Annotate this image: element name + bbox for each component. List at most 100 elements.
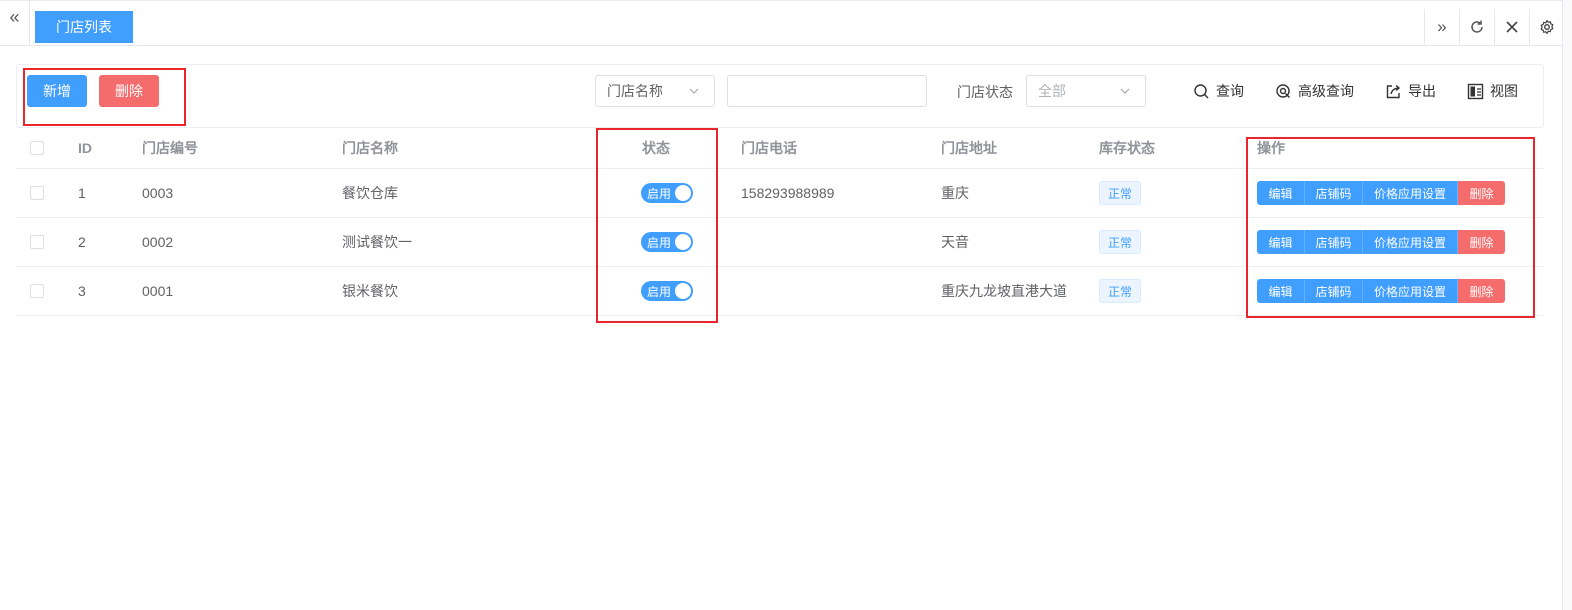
select-all-checkbox-cell [30, 128, 44, 168]
query-label: 查询 [1216, 83, 1244, 99]
row-store-code: 0003 [142, 185, 174, 201]
export-icon [1386, 84, 1401, 98]
state-toggle-label: 启用 [647, 186, 672, 201]
select-all-checkbox[interactable] [30, 141, 44, 155]
row-action-group: 编辑 店铺码 价格应用设置 删除 [1257, 181, 1505, 205]
tab-bar: « 门店列表 » [0, 0, 1562, 46]
state-toggle[interactable]: 启用 [641, 281, 693, 301]
advanced-search-icon [1276, 83, 1290, 98]
query-button[interactable]: 查询 [1193, 81, 1244, 101]
row-ops-cell: 编辑 店铺码 价格应用设置 删除 [1257, 267, 1505, 315]
toggle-knob [675, 283, 691, 299]
edit-button[interactable]: 编辑 [1257, 279, 1305, 303]
row-state-cell: 启用 [641, 267, 693, 315]
row-delete-button[interactable]: 删除 [1458, 230, 1505, 254]
table-row[interactable]: 1 0003 餐饮仓库 启用 158293988989 重庆 正常 编辑 店铺码… [16, 169, 1544, 218]
row-address: 重庆 [941, 185, 969, 201]
header-phone[interactable]: 门店电话 [741, 128, 797, 168]
gear-icon[interactable] [1529, 9, 1564, 45]
row-ops-cell: 编辑 店铺码 价格应用设置 删除 [1257, 218, 1505, 266]
chevron-down-icon [689, 88, 699, 94]
chevron-down-icon [1120, 88, 1130, 94]
export-label: 导出 [1408, 83, 1436, 99]
toolbar: 新增 删除 门店名称 门店状态 全部 查询 高级查询 导出 视图 [16, 64, 1544, 128]
advanced-query-label: 高级查询 [1298, 83, 1354, 99]
row-address: 重庆九龙坡直港大道 [941, 283, 1067, 299]
header-operations: 操作 [1257, 140, 1285, 156]
state-toggle-label: 启用 [647, 235, 672, 250]
export-button[interactable]: 导出 [1385, 81, 1436, 101]
tab-store-list[interactable]: 门店列表 [35, 11, 133, 43]
tab-label: 门店列表 [56, 19, 112, 35]
store-status-label: 门店状态 [957, 84, 1013, 100]
header-id[interactable]: ID [78, 128, 92, 168]
row-action-group: 编辑 店铺码 价格应用设置 删除 [1257, 279, 1505, 303]
row-checkbox-cell [30, 169, 44, 217]
row-checkbox[interactable] [30, 235, 44, 249]
row-phone: 158293988989 [741, 185, 835, 201]
advanced-query-button[interactable]: 高级查询 [1275, 81, 1354, 101]
row-store-code: 0001 [142, 283, 174, 299]
edit-button[interactable]: 编辑 [1257, 181, 1305, 205]
price-settings-button[interactable]: 价格应用设置 [1363, 279, 1458, 303]
row-address: 天音 [941, 234, 969, 250]
price-settings-button[interactable]: 价格应用设置 [1363, 230, 1458, 254]
store-status-select[interactable]: 全部 [1026, 75, 1146, 107]
row-checkbox-cell [30, 218, 44, 266]
row-delete-button[interactable]: 删除 [1458, 181, 1505, 205]
search-field-select[interactable]: 门店名称 [595, 75, 715, 107]
store-code-button[interactable]: 店铺码 [1305, 230, 1363, 254]
row-checkbox[interactable] [30, 186, 44, 200]
store-table: ID 门店编号 门店名称 状态 门店电话 门店地址 库存状态 操作 1 0003… [16, 128, 1544, 316]
refresh-icon[interactable] [1459, 9, 1494, 45]
row-state-cell: 启用 [641, 218, 693, 266]
close-icon[interactable] [1494, 9, 1529, 45]
row-id: 1 [78, 185, 86, 201]
page-scrollbar[interactable] [1562, 0, 1572, 610]
header-store-code[interactable]: 门店编号 [142, 128, 198, 168]
stock-status-badge: 正常 [1099, 279, 1142, 303]
row-stock-cell: 正常 [1099, 218, 1142, 266]
stock-status-badge: 正常 [1099, 181, 1142, 205]
store-code-button[interactable]: 店铺码 [1305, 279, 1363, 303]
delete-button[interactable]: 删除 [99, 75, 159, 107]
edit-button[interactable]: 编辑 [1257, 230, 1305, 254]
row-checkbox-cell [30, 267, 44, 315]
row-ops-cell: 编辑 店铺码 价格应用设置 删除 [1257, 169, 1505, 217]
table-row[interactable]: 2 0002 测试餐饮一 启用 天音 正常 编辑 店铺码 价格应用设置 删除 [16, 218, 1544, 267]
row-stock-cell: 正常 [1099, 169, 1142, 217]
row-store-code: 0002 [142, 234, 174, 250]
state-toggle-label: 启用 [647, 284, 672, 299]
add-button[interactable]: 新增 [27, 75, 87, 107]
price-settings-button[interactable]: 价格应用设置 [1363, 181, 1458, 205]
row-stock-cell: 正常 [1099, 267, 1142, 315]
store-status-select-value: 全部 [1038, 83, 1066, 99]
table-row[interactable]: 3 0001 银米餐饮 启用 重庆九龙坡直港大道 正常 编辑 店铺码 价格应用设… [16, 267, 1544, 316]
header-state[interactable]: 状态 [642, 128, 670, 168]
view-layout-icon [1467, 83, 1484, 99]
row-action-group: 编辑 店铺码 价格应用设置 删除 [1257, 230, 1505, 254]
state-toggle[interactable]: 启用 [641, 232, 693, 252]
row-delete-button[interactable]: 删除 [1458, 279, 1505, 303]
header-stock-status[interactable]: 库存状态 [1099, 128, 1155, 168]
toggle-knob [675, 234, 691, 250]
row-id: 2 [78, 234, 86, 250]
header-store-name[interactable]: 门店名称 [342, 128, 398, 168]
row-store-name: 银米餐饮 [342, 283, 398, 299]
store-code-button[interactable]: 店铺码 [1305, 181, 1363, 205]
row-store-name: 餐饮仓库 [342, 185, 398, 201]
search-icon [1194, 83, 1209, 98]
search-input[interactable] [727, 75, 927, 107]
header-address[interactable]: 门店地址 [941, 128, 997, 168]
row-id: 3 [78, 283, 86, 299]
table-header: ID 门店编号 门店名称 状态 门店电话 门店地址 库存状态 操作 [16, 128, 1544, 169]
double-chevron-left-icon[interactable]: « [0, 1, 30, 45]
search-field-select-value: 门店名称 [607, 83, 663, 99]
double-chevron-right-icon[interactable]: » [1424, 9, 1459, 45]
state-toggle[interactable]: 启用 [641, 183, 693, 203]
view-button[interactable]: 视图 [1467, 81, 1518, 101]
row-store-name: 测试餐饮一 [342, 234, 412, 250]
stock-status-badge: 正常 [1099, 230, 1142, 254]
row-checkbox[interactable] [30, 284, 44, 298]
toggle-knob [675, 185, 691, 201]
